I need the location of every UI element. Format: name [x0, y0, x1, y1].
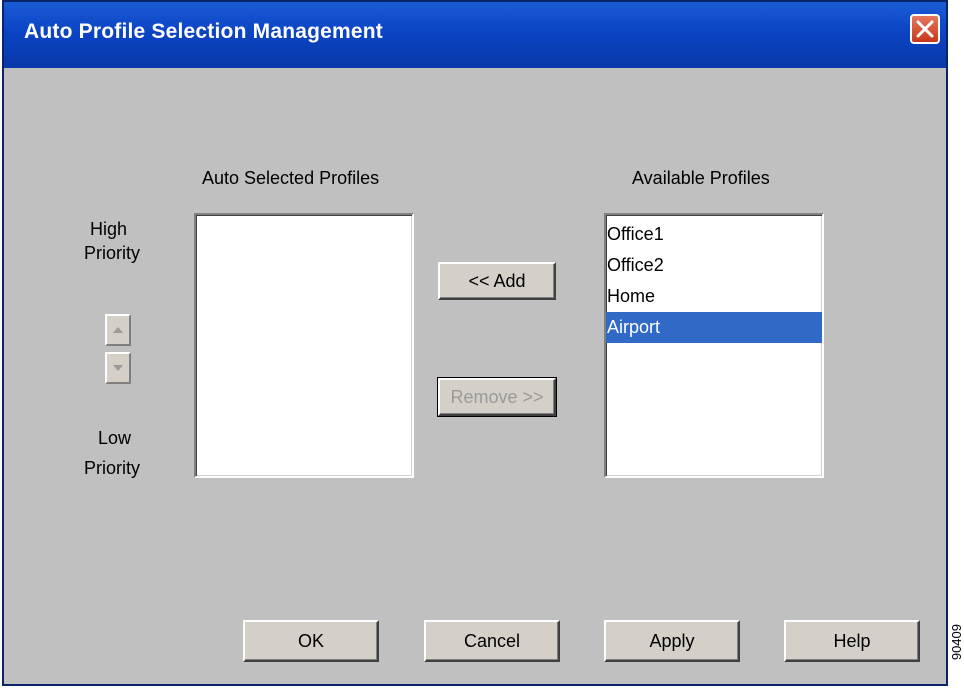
available-header: Available Profiles: [632, 168, 770, 188]
list-item-office1[interactable]: Office1: [606, 219, 822, 250]
cancel-button[interactable]: Cancel: [424, 620, 560, 662]
high-priority-label-line1: High: [90, 219, 128, 239]
list-item-office2[interactable]: Office2: [606, 250, 822, 281]
figure-id: 90409: [949, 624, 964, 661]
add-button[interactable]: << Add: [438, 262, 556, 300]
close-button[interactable]: [910, 14, 940, 44]
move-down-button[interactable]: [105, 352, 131, 384]
ok-button[interactable]: OK: [243, 620, 379, 662]
title-bar[interactable]: Auto Profile Selection Management: [4, 2, 946, 68]
low-priority-label-line2: Priority: [84, 458, 141, 478]
arrow-down-icon: [113, 365, 123, 371]
auto-selected-listbox[interactable]: [194, 213, 414, 478]
remove-button[interactable]: Remove >>: [437, 377, 557, 417]
arrow-up-icon: [113, 327, 123, 333]
high-priority-label-line2: Priority: [84, 243, 141, 263]
dialog-window: Auto Profile Selection Management Auto S…: [2, 0, 948, 686]
list-item-home[interactable]: Home: [606, 281, 822, 312]
low-priority-label-line1: Low: [98, 428, 132, 448]
window-title: Auto Profile Selection Management: [24, 20, 383, 43]
dialog-body: Auto Selected Profiles Available Profile…: [4, 68, 946, 684]
help-button[interactable]: Help: [784, 620, 920, 662]
move-up-button[interactable]: [105, 314, 131, 346]
auto-selected-header: Auto Selected Profiles: [202, 168, 380, 188]
available-listbox[interactable]: Office1 Office2 Home Airport: [604, 213, 824, 478]
close-icon: [916, 20, 934, 38]
list-item-airport[interactable]: Airport: [606, 312, 822, 343]
apply-button[interactable]: Apply: [604, 620, 740, 662]
